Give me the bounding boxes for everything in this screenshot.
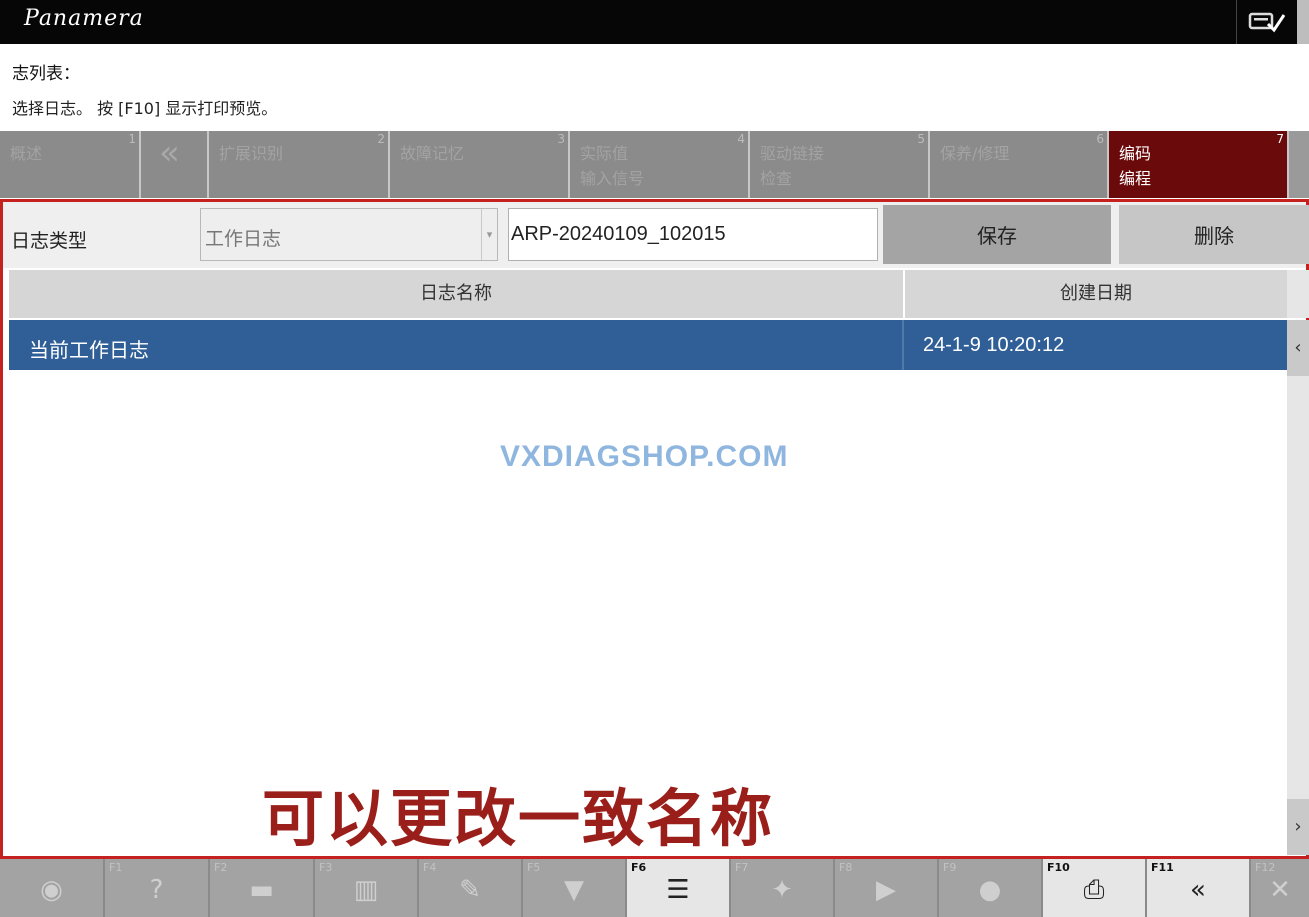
fkey-f11[interactable]: F11 «: [1147, 859, 1251, 917]
log-table: 日志名称 创建日期 当前工作日志 24-1-9 10:20:12: [9, 270, 1287, 850]
fkey-f8[interactable]: F8 ▶: [835, 859, 939, 917]
tab-extended-id[interactable]: 2 扩展识别: [209, 131, 390, 198]
delete-button[interactable]: 删除: [1119, 205, 1309, 264]
print-icon: ⎙: [1083, 875, 1105, 905]
fkey-f5[interactable]: F5 ▼: [523, 859, 627, 917]
tools-icon: ✦: [771, 875, 793, 905]
fkey-f7[interactable]: F7 ✦: [731, 859, 835, 917]
chart-icon: ▥: [353, 875, 379, 905]
tab-label: 实际值 输入信号: [580, 144, 645, 188]
tab-coding[interactable]: 7 编码 编程: [1109, 131, 1289, 198]
filter-row: 日志类型 工作日志 ▾ ARP-20240109_102015 保存 删除: [3, 202, 1309, 268]
header-scroll-corner: [1287, 270, 1309, 318]
fkey-f3[interactable]: F3 ▥: [315, 859, 419, 917]
tab-actual-values[interactable]: 4 实际值 输入信号: [570, 131, 750, 198]
top-right-strip: [1297, 0, 1309, 44]
tab-drive-links[interactable]: 5 驱动链接 检查: [750, 131, 930, 198]
chat-icon: ●: [978, 875, 1002, 905]
back-icon: «: [1190, 875, 1206, 905]
car-info-icon: ◉: [40, 875, 63, 905]
instruction-text: 选择日志。 按 [F10] 显示打印预览。: [12, 99, 278, 118]
column-divider: [902, 320, 904, 370]
tab-label: 编码 编程: [1119, 144, 1152, 188]
chevron-left-icon: «: [159, 133, 180, 173]
tab-back[interactable]: «: [141, 131, 209, 198]
tab-label: 故障记忆: [400, 144, 465, 163]
log-type-select[interactable]: 工作日志 ▾: [200, 208, 498, 261]
log-name-input[interactable]: ARP-20240109_102015: [508, 208, 878, 261]
fkey-f4[interactable]: F4 ✎: [419, 859, 523, 917]
tab-bar: 1 概述 « 2 扩展识别 3 故障记忆 4 实际值 输入信号 5 驱动链接 检…: [0, 131, 1309, 198]
watermark: VXDIAGSHOP.COM: [500, 440, 789, 473]
tab-label: 驱动链接 检查: [760, 144, 825, 188]
fkey-f1[interactable]: F1 ?: [105, 859, 210, 917]
help-icon: ?: [149, 875, 164, 905]
fkey-f6[interactable]: F6 ☰: [627, 859, 731, 917]
column-header-date[interactable]: 创建日期: [903, 270, 1287, 318]
tab-fault-memory[interactable]: 3 故障记忆: [390, 131, 570, 198]
page-title: 志列表：: [12, 64, 80, 84]
tab-overview[interactable]: 1 概述: [0, 131, 141, 198]
brand-logo: Panamera: [24, 6, 144, 31]
fkey-f2[interactable]: F2 ▬: [210, 859, 315, 917]
device-status-icon[interactable]: [1236, 0, 1297, 44]
chevron-down-icon: ▾: [481, 209, 497, 260]
log-name-cell: 当前工作日志: [29, 338, 149, 362]
column-header-name[interactable]: 日志名称: [9, 270, 903, 318]
close-icon: ✕: [1269, 875, 1291, 905]
list-select-icon: ☰: [666, 875, 690, 905]
scroll-down-icon[interactable]: ›: [1287, 799, 1309, 855]
main-panel: 日志类型 工作日志 ▾ ARP-20240109_102015 保存 删除 日志…: [0, 199, 1309, 859]
tab-label: 概述: [10, 144, 43, 163]
edit-icon: ✎: [459, 875, 481, 905]
log-type-label: 日志类型: [11, 230, 88, 252]
play-icon: ▶: [876, 875, 896, 905]
save-button[interactable]: 保存: [883, 205, 1111, 264]
video-caption: 可以更改一致名称: [262, 782, 775, 855]
log-date-cell: 24-1-9 10:20:12: [923, 334, 1065, 356]
title-bar: Panamera: [0, 0, 1309, 44]
table-row[interactable]: 当前工作日志 24-1-9 10:20:12: [9, 320, 1287, 370]
tab-label: 保养/修理: [940, 144, 1010, 163]
fkey-f10[interactable]: F10 ⎙: [1043, 859, 1147, 917]
filter-icon: ▼: [564, 875, 584, 905]
fkey-vehicle[interactable]: ◉: [0, 859, 105, 917]
tab-maintenance[interactable]: 6 保养/修理: [930, 131, 1109, 198]
scroll-up-icon[interactable]: ‹: [1287, 320, 1309, 376]
message-icon: ▬: [249, 875, 274, 905]
table-header: 日志名称 创建日期: [9, 270, 1287, 318]
function-key-bar: ◉ F1 ? F2 ▬ F3 ▥ F4 ✎ F5 ▼ F6 ☰ F7 ✦ F8 …: [0, 859, 1309, 917]
fkey-f12[interactable]: F12 ✕: [1251, 859, 1309, 917]
tab-label: 扩展识别: [219, 144, 284, 163]
scrollbar[interactable]: ‹ ›: [1287, 320, 1309, 855]
fkey-f9[interactable]: F9 ●: [939, 859, 1043, 917]
page-header: 志列表： 选择日志。 按 [F10] 显示打印预览。: [0, 44, 1309, 130]
